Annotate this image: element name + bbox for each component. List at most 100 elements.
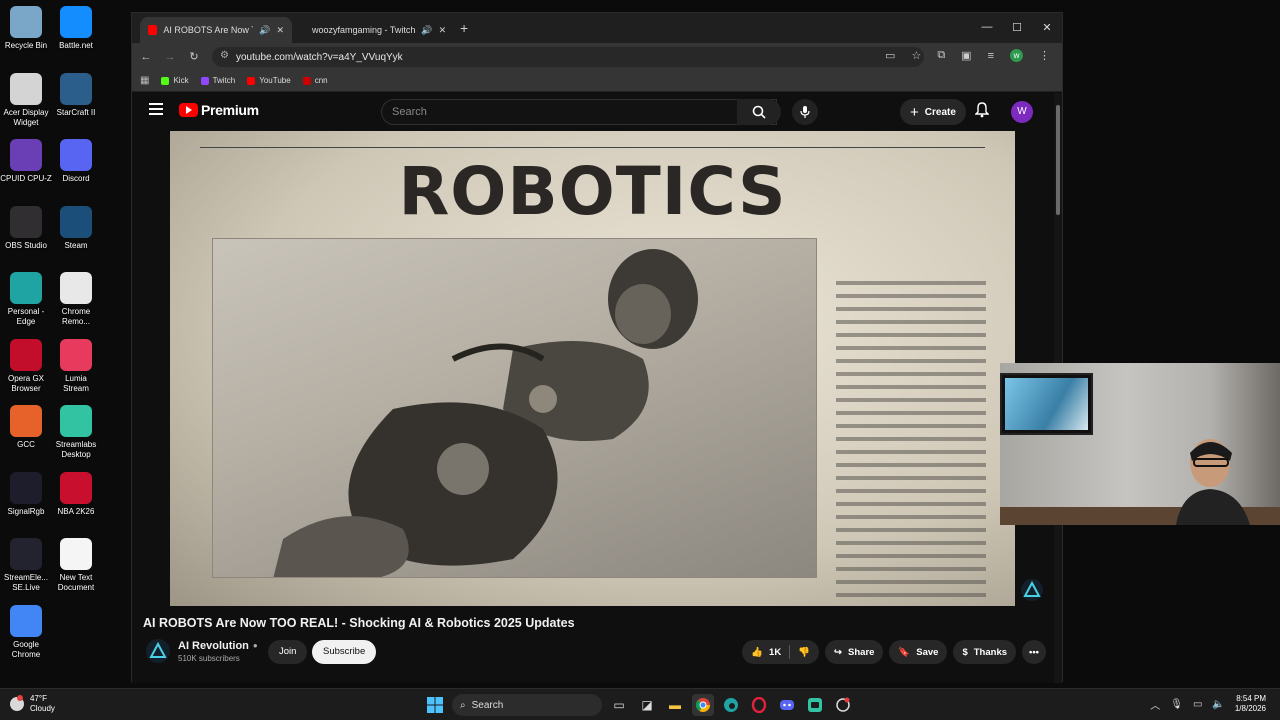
tab-title: woozyfamgaming - Twitch (312, 25, 416, 35)
opera-gx-icon[interactable] (748, 694, 770, 716)
start-button[interactable] (424, 694, 446, 716)
extensions-icon[interactable]: ⧉ (937, 49, 945, 62)
reload-icon[interactable]: ↻ (182, 50, 206, 63)
desktop-icon[interactable]: Steam (50, 205, 102, 251)
search-button[interactable] (737, 99, 781, 125)
mic-tray-icon[interactable]: 🎙 (1170, 699, 1183, 710)
desktop-icon[interactable]: NBA 2K26 (50, 471, 102, 517)
desktop-icon[interactable]: CPUID CPU-Z (0, 139, 52, 184)
webcam-tv (1000, 373, 1093, 435)
bookmark-twitch[interactable]: Twitch (200, 76, 235, 85)
like-button[interactable]: 👍 1K 👎 (742, 640, 820, 664)
youtube-page: Premium Search + Create W ROBOTICS AI RO… (132, 93, 1062, 683)
apps-grid-icon[interactable]: ▦ (140, 75, 149, 86)
create-button[interactable]: + Create (900, 99, 966, 125)
desktop-icon-label: Streamlabs Desktop (55, 440, 97, 459)
desktop-app-icon (10, 139, 42, 171)
desktop-icon-label: New Text Document (57, 573, 95, 592)
account-avatar[interactable]: W (1011, 101, 1033, 123)
desktop-icon[interactable]: Discord (50, 139, 102, 184)
desktop-icon[interactable]: Lumia Stream (50, 338, 102, 394)
video-player[interactable]: ROBOTICS (170, 131, 1015, 606)
desktop-icon[interactable]: SignalRgb (0, 471, 52, 517)
search-icon (752, 105, 766, 119)
desktop-icon[interactable]: New Text Document (50, 538, 102, 593)
speaker-icon[interactable]: 🔊 (259, 25, 270, 36)
widgets-icon[interactable]: ◪ (636, 694, 658, 716)
new-tab-button[interactable]: + (460, 20, 468, 36)
bookmark-star-icon[interactable]: ☆ (911, 49, 921, 62)
tab-youtube[interactable]: AI ROBOTS Are Now TOO R 🔊 ✕ (140, 17, 292, 43)
hamburger-menu-icon[interactable] (149, 103, 163, 118)
desktop-icon[interactable]: Recycle Bin (0, 6, 52, 51)
taskbar-search[interactable]: ⌕ Search (452, 694, 602, 716)
desktop-icon-label: SignalRgb (7, 506, 45, 516)
streamlabs-icon[interactable] (804, 694, 826, 716)
weather-desc: Cloudy (30, 704, 55, 713)
menu-lines-icon[interactable]: ≡ (988, 50, 994, 62)
desktop-icon[interactable]: StreamEle... SE.Live (0, 538, 52, 593)
bookmark-kick[interactable]: Kick (161, 76, 189, 85)
robot-image (212, 238, 817, 578)
share-button[interactable]: ↪ Share (825, 640, 884, 664)
sidepanel-icon[interactable]: ▣ (961, 49, 971, 62)
desktop-icon-label: OBS Studio (5, 240, 47, 250)
taskbar-apps: ⌕ Search ▭ ◪ ▬ (424, 694, 854, 716)
clock-time: 8:54 PM (1236, 694, 1266, 703)
desktop-icon[interactable]: GCC (0, 405, 52, 450)
cast-icon[interactable]: ▭ (885, 49, 895, 62)
close-tab-icon[interactable]: ✕ (276, 25, 284, 36)
desktop-icon-label: Opera GX Browser (7, 373, 44, 393)
speaker-icon[interactable]: 🔊 (421, 25, 432, 36)
channel-avatar[interactable] (146, 639, 170, 663)
thumbs-down-icon[interactable]: 👎 (798, 647, 810, 658)
desktop-icon[interactable]: Chrome Remo... (50, 272, 102, 327)
maximize-icon[interactable]: ☐ (1002, 13, 1032, 41)
close-window-icon[interactable]: ✕ (1032, 13, 1062, 41)
scrollbar-thumb[interactable] (1056, 105, 1060, 215)
lumia-stream-icon[interactable] (832, 694, 854, 716)
volume-icon[interactable]: 🔈 (1212, 699, 1224, 710)
thanks-button[interactable]: $ Thanks (953, 640, 1017, 664)
desktop-icon[interactable]: Acer Display Widget (0, 72, 52, 128)
clock[interactable]: 8:54 PM 1/8/2026 (1235, 694, 1266, 714)
discord-icon[interactable] (776, 694, 798, 716)
channel-watermark-icon[interactable] (1020, 578, 1044, 607)
desktop-icon[interactable]: Opera GX Browser (0, 338, 52, 394)
network-icon[interactable]: ▭ (1193, 699, 1202, 710)
forward-icon[interactable]: → (158, 51, 182, 63)
subscribe-button[interactable]: Subscribe (312, 640, 377, 664)
tab-twitch[interactable]: woozyfamgaming - Twitch 🔊 ✕ (298, 17, 454, 43)
notifications-bell-icon[interactable] (974, 102, 990, 123)
desktop-icon[interactable]: OBS Studio (0, 205, 52, 251)
youtube-logo[interactable]: Premium (179, 102, 259, 118)
chrome-icon[interactable] (692, 694, 714, 716)
close-tab-icon[interactable]: ✕ (439, 25, 447, 36)
bookmark-cnn[interactable]: cnn (302, 76, 328, 85)
chevron-up-icon[interactable]: ︿ (1150, 697, 1160, 712)
desktop-icon[interactable]: StarCraft II (50, 72, 102, 118)
desktop-icon[interactable]: Google Chrome (0, 604, 52, 660)
desktop-icon[interactable]: Personal - Edge (0, 272, 52, 327)
back-icon[interactable]: ← (134, 51, 158, 63)
more-actions-button[interactable]: ••• (1022, 640, 1046, 664)
minimize-icon[interactable]: — (972, 13, 1002, 41)
weather-widget[interactable]: 47°F Cloudy (10, 694, 55, 714)
url-field[interactable]: ⚙ youtube.com/watch?v=a4Y_VVuqYyk (212, 47, 924, 67)
profile-avatar[interactable]: w (1010, 49, 1023, 62)
channel-name[interactable]: AI Revolution ● (178, 640, 258, 652)
desktop-app-icon (10, 538, 42, 570)
desktop-icon-label: Google Chrome (11, 639, 41, 659)
bookmark-youtube[interactable]: YouTube (247, 76, 291, 85)
desktop-icon[interactable]: Battle.net (50, 6, 102, 51)
site-info-icon[interactable]: ⚙ (220, 50, 229, 61)
save-button[interactable]: 🔖 Save (889, 640, 948, 664)
desktop-icon[interactable]: Streamlabs Desktop (50, 405, 102, 460)
join-button[interactable]: Join (268, 640, 308, 664)
kebab-menu-icon[interactable]: ⋮ (1039, 49, 1050, 62)
search-input[interactable]: Search (381, 99, 777, 125)
edge-icon[interactable] (720, 694, 742, 716)
voice-search-button[interactable] (792, 99, 818, 125)
file-explorer-icon[interactable]: ▬ (664, 694, 686, 716)
task-view-icon[interactable]: ▭ (608, 694, 630, 716)
